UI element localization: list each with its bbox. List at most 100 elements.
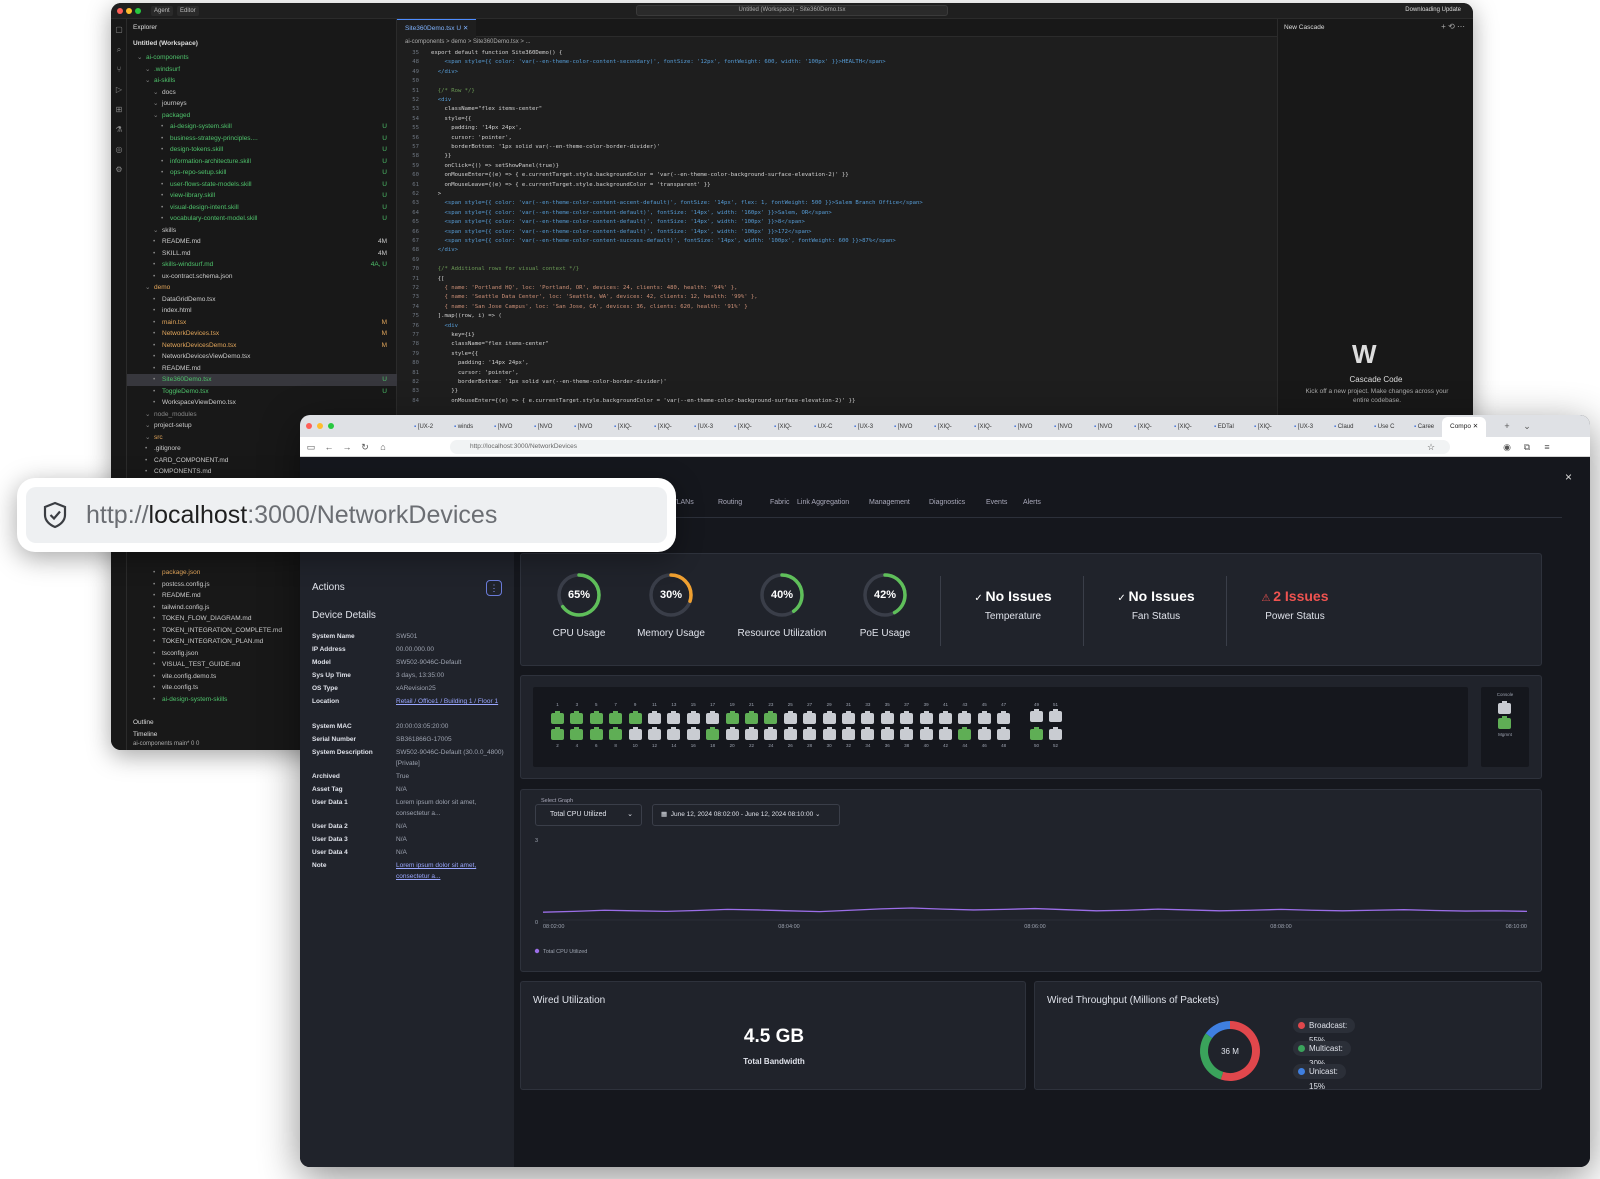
browser-tab[interactable]: ▪ [XIQ- bbox=[930, 419, 956, 435]
testing-icon[interactable]: ⚗ bbox=[114, 125, 124, 135]
switch-port[interactable] bbox=[667, 711, 681, 724]
switch-port[interactable] bbox=[589, 711, 603, 724]
switch-port[interactable] bbox=[939, 711, 952, 724]
switch-port[interactable] bbox=[628, 727, 642, 740]
browser-tab[interactable]: ▪ [XIQ- bbox=[1250, 419, 1276, 435]
switch-port[interactable] bbox=[745, 711, 758, 724]
close-window-icon[interactable] bbox=[117, 8, 123, 14]
switch-port[interactable] bbox=[900, 727, 914, 740]
browser-tab[interactable]: ▪ [XIQ- bbox=[610, 419, 636, 435]
switch-port[interactable] bbox=[880, 711, 894, 724]
switch-port[interactable] bbox=[861, 711, 875, 724]
browser-close-icon[interactable] bbox=[306, 423, 312, 429]
extensions-icon[interactable]: ⊞ bbox=[114, 105, 124, 115]
maximize-window-icon[interactable] bbox=[135, 8, 141, 14]
switch-port[interactable] bbox=[628, 711, 642, 724]
switch-port[interactable] bbox=[783, 711, 797, 724]
tree-item[interactable]: • index.html bbox=[127, 305, 397, 317]
tree-item[interactable]: • ai-design-system.skill U bbox=[127, 121, 397, 133]
switch-port[interactable] bbox=[667, 727, 681, 740]
graph-select-dropdown[interactable]: Total CPU Utilized ⌄ bbox=[535, 804, 642, 826]
switch-port[interactable] bbox=[803, 711, 817, 724]
tree-item[interactable]: • ToggleDemo.tsx U bbox=[127, 386, 397, 398]
tree-item[interactable]: • user-flows-state-models.skill U bbox=[127, 179, 397, 191]
tab-menu-chevron-icon[interactable]: ⌄ bbox=[1520, 419, 1534, 433]
switch-port[interactable] bbox=[725, 727, 739, 740]
forward-icon[interactable]: → bbox=[340, 440, 354, 454]
field-link[interactable]: Lorem ipsum dolor sit amet, consectetur … bbox=[396, 861, 504, 882]
tree-item[interactable]: • design-tokens.skill U bbox=[127, 144, 397, 156]
browser-tab[interactable]: ▪ [XIQ- bbox=[1130, 419, 1156, 435]
tree-item[interactable]: • information-architecture.skill U bbox=[127, 156, 397, 168]
editor-mode-toggle[interactable]: Editor bbox=[177, 6, 199, 16]
device-nav-tab[interactable]: Alerts bbox=[1023, 499, 1041, 506]
browser-tab[interactable]: ▪ Use C bbox=[1370, 419, 1398, 435]
close-tab-icon[interactable]: ✕ bbox=[463, 25, 468, 32]
browser-tab[interactable]: ▪ [XIQ- bbox=[770, 419, 796, 435]
uplink-port[interactable] bbox=[1030, 709, 1043, 722]
active-tab[interactable]: Compo ✕ bbox=[1442, 417, 1487, 437]
device-nav-tab[interactable]: Management bbox=[869, 499, 910, 506]
switch-port[interactable] bbox=[609, 727, 623, 740]
switch-port[interactable] bbox=[686, 727, 700, 740]
switch-port[interactable] bbox=[745, 727, 758, 740]
browser-tab[interactable]: ▪ UX-C bbox=[810, 419, 836, 435]
switch-port[interactable] bbox=[764, 711, 778, 724]
switch-port[interactable] bbox=[842, 711, 855, 724]
remote-icon[interactable]: ◎ bbox=[114, 145, 124, 155]
outline-section[interactable]: Outline bbox=[133, 719, 154, 726]
tree-item[interactable]: ⌄ journeys bbox=[127, 98, 397, 110]
tree-item[interactable]: • view-library.skill U bbox=[127, 190, 397, 202]
close-drawer-icon[interactable]: × bbox=[1565, 470, 1572, 484]
browser-tab[interactable]: ▪ [UX-3 bbox=[1290, 419, 1317, 435]
files-icon[interactable]: ▢ bbox=[114, 25, 124, 35]
browser-tab[interactable]: ▪ [XIQ- bbox=[1170, 419, 1196, 435]
browser-tab[interactable]: ▪ [XIQ- bbox=[730, 419, 756, 435]
source-control-icon[interactable]: ⑂ bbox=[114, 65, 124, 75]
new-tab-icon[interactable]: + bbox=[1500, 419, 1514, 433]
tree-item[interactable]: • NetworkDevicesViewDemo.tsx bbox=[127, 351, 397, 363]
switch-port[interactable] bbox=[589, 727, 603, 740]
switch-port[interactable] bbox=[551, 727, 564, 740]
browser-tab[interactable]: ▪ [NVO bbox=[890, 419, 916, 435]
tree-item[interactable]: • business-strategy-principles.... U bbox=[127, 133, 397, 145]
switch-port[interactable] bbox=[977, 711, 991, 724]
browser-tab[interactable]: ▪ [NVO bbox=[490, 419, 516, 435]
device-nav-tab[interactable]: Link Aggregation bbox=[797, 499, 849, 506]
reload-icon[interactable]: ↻ bbox=[358, 440, 372, 454]
actions-menu-button[interactable]: ⋮ bbox=[486, 580, 502, 596]
sidebar-toggle-icon[interactable]: ▭ bbox=[304, 440, 318, 454]
tree-item[interactable]: • README.md 4M bbox=[127, 236, 397, 248]
switch-port[interactable] bbox=[958, 727, 972, 740]
tree-item[interactable]: • visual-design-intent.skill U bbox=[127, 202, 397, 214]
switch-port[interactable] bbox=[958, 711, 972, 724]
browser-tab[interactable]: ▪ [XIQ- bbox=[970, 419, 996, 435]
device-nav-tab[interactable]: Fabric bbox=[770, 499, 789, 506]
tree-item[interactable]: • Site360Demo.tsx U bbox=[127, 374, 397, 386]
tree-item[interactable]: ⌄ ai-components bbox=[127, 52, 397, 64]
close-tab-icon[interactable]: ✕ bbox=[1473, 423, 1478, 430]
tree-item[interactable]: ⌄ skills bbox=[127, 225, 397, 237]
tree-item[interactable]: • SKILL.md 4M bbox=[127, 248, 397, 260]
browser-tab[interactable]: ▪ [NVO bbox=[570, 419, 596, 435]
switch-port[interactable] bbox=[900, 711, 914, 724]
switch-port[interactable] bbox=[648, 727, 661, 740]
switch-port[interactable] bbox=[919, 711, 933, 724]
browser-tab[interactable]: ▪ Claud bbox=[1330, 419, 1357, 435]
tree-item[interactable]: • DataGridDemo.tsx bbox=[127, 294, 397, 306]
breadcrumb[interactable]: ai-components > demo > Site360Demo.tsx >… bbox=[405, 39, 531, 45]
run-debug-icon[interactable]: ▷ bbox=[114, 85, 124, 95]
browser-tab[interactable]: ▪ [XIQ- bbox=[650, 419, 676, 435]
switch-port[interactable] bbox=[822, 727, 836, 740]
browser-tab[interactable]: ▪ [UX-2 bbox=[410, 419, 437, 435]
editor-tab-site360demo[interactable]: Site360Demo.tsx U ✕ bbox=[397, 19, 477, 37]
minimize-window-icon[interactable] bbox=[126, 8, 132, 14]
browser-tab[interactable]: ▪ Caree bbox=[1410, 419, 1438, 435]
home-icon[interactable]: ⌂ bbox=[376, 440, 390, 454]
tree-item[interactable]: • ux-contract.schema.json bbox=[127, 271, 397, 283]
tree-item[interactable]: • NetworkDevicesDemo.tsx M bbox=[127, 340, 397, 352]
address-bar[interactable]: http://localhost:3000/NetworkDevices bbox=[450, 440, 1450, 454]
switch-port[interactable] bbox=[648, 711, 661, 724]
switch-port[interactable] bbox=[570, 711, 584, 724]
switch-port[interactable] bbox=[706, 727, 720, 740]
